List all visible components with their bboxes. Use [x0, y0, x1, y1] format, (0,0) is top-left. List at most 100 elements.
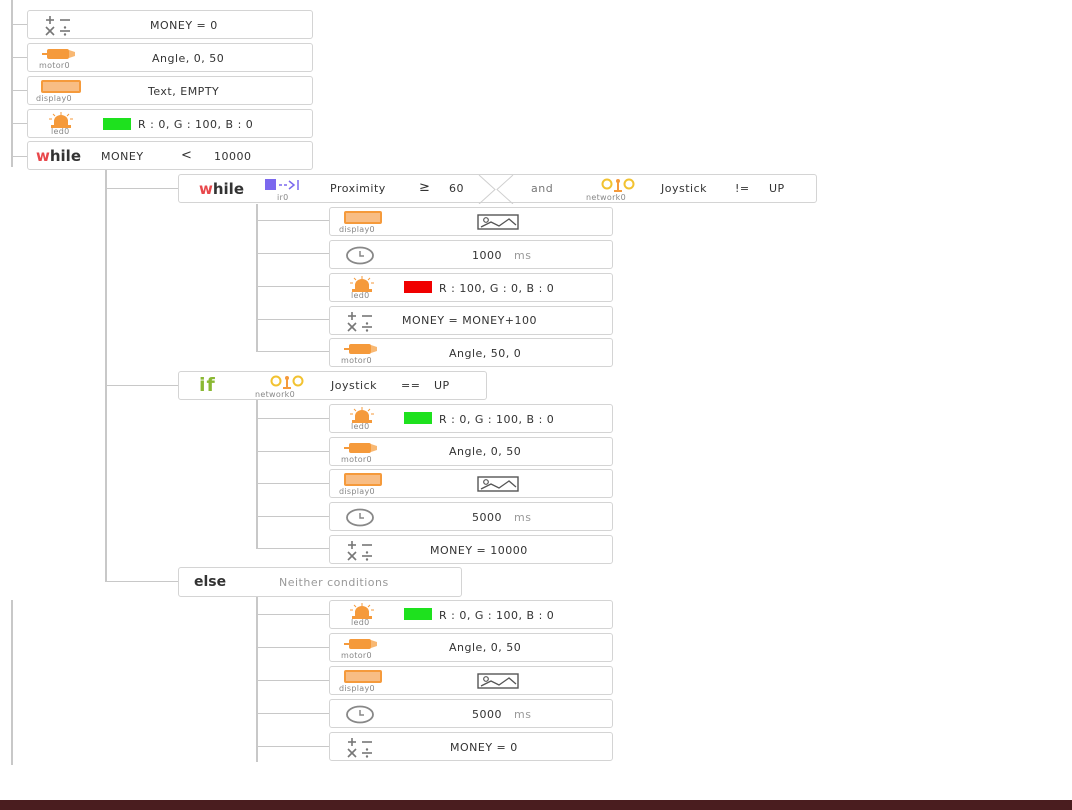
device-label: led0 [51, 127, 70, 136]
block-led-color[interactable]: led0 R : 0, G : 100, B : 0 [27, 109, 313, 138]
delay-unit: ms [514, 708, 532, 721]
while-body-connector [105, 170, 107, 582]
block-while-proximity[interactable]: while ir0 Proximity ≥ 60 and network0 Jo… [178, 174, 817, 204]
block-money-assign[interactable]: MONEY = 10000 [329, 535, 613, 564]
condition-name: Joystick [331, 379, 378, 392]
image-icon [477, 214, 519, 230]
block-text: Angle, 0, 50 [152, 52, 225, 65]
block-money-assign[interactable]: MONEY = 0 [27, 10, 313, 39]
block-text: MONEY = 10000 [430, 544, 528, 557]
device-label: display0 [339, 487, 375, 496]
if-body-connector [256, 400, 258, 549]
lower-connector [11, 600, 13, 765]
block-text: R : 0, G : 100, B : 0 [439, 609, 555, 622]
block-led-color[interactable]: led0 R : 100, G : 0, B : 0 [329, 273, 613, 302]
else-description: Neither conditions [279, 576, 389, 589]
block-led-color[interactable]: led0 R : 0, G : 100, B : 0 [329, 404, 613, 433]
connector [256, 516, 329, 517]
device-label: network0 [255, 390, 295, 399]
delay-value: 5000 [472, 511, 502, 524]
condition-variable: MONEY [101, 150, 144, 163]
clock-icon [346, 508, 374, 527]
block-money-assign[interactable]: MONEY = 0 [329, 732, 613, 761]
condition-operator: ≥ [419, 180, 431, 195]
device-label: led0 [351, 422, 370, 431]
delay-value: 5000 [472, 708, 502, 721]
image-icon [477, 476, 519, 492]
connector [11, 24, 27, 25]
connector [256, 286, 329, 287]
math-operators-icon [347, 312, 372, 332]
block-motor-angle[interactable]: motor0 Angle, 0, 50 [27, 43, 313, 72]
block-display-image[interactable]: display0 [329, 207, 613, 236]
connector [256, 319, 329, 320]
block-motor-angle[interactable]: motor0 Angle, 0, 50 [329, 633, 613, 662]
device-label: motor0 [39, 61, 70, 70]
block-else[interactable]: else Neither conditions [178, 567, 462, 597]
block-text: Text, EMPTY [148, 85, 220, 98]
connector [11, 156, 27, 157]
block-motor-angle[interactable]: motor0 Angle, 0, 50 [329, 437, 613, 466]
block-display-image[interactable]: display0 [329, 666, 613, 695]
device-label: motor0 [341, 356, 372, 365]
block-led-color[interactable]: led0 R : 0, G : 100, B : 0 [329, 600, 613, 629]
block-display-image[interactable]: display0 [329, 469, 613, 498]
display-icon [344, 473, 382, 486]
condition-sensor: Proximity [330, 182, 386, 195]
motor-icon [42, 49, 75, 59]
math-operators-icon [347, 541, 372, 561]
conjunction: and [531, 182, 554, 195]
network-icon [601, 178, 635, 192]
device-label: network0 [586, 193, 626, 202]
delay-unit: ms [514, 511, 532, 524]
block-text: Angle, 0, 50 [449, 445, 522, 458]
connector [256, 746, 329, 747]
block-delay[interactable]: 5000 ms [329, 699, 613, 728]
connector [256, 548, 329, 549]
connector [11, 123, 27, 124]
delay-value: 1000 [472, 249, 502, 262]
clock-icon [346, 246, 374, 265]
block-while-money[interactable]: while MONEY < 10000 [27, 141, 313, 170]
while-keyword: while [199, 180, 244, 198]
device-label: motor0 [341, 455, 372, 464]
connector [256, 713, 329, 714]
inner-while-body-connector [256, 204, 258, 352]
delay-unit: ms [514, 249, 532, 262]
block-text: R : 100, G : 0, B : 0 [439, 282, 555, 295]
condition-name: Joystick [661, 182, 708, 195]
block-delay[interactable]: 1000 ms [329, 240, 613, 269]
bottom-taskbar [0, 800, 1072, 810]
block-if-joystick[interactable]: if network0 Joystick == UP [178, 371, 487, 400]
color-swatch-green [404, 412, 432, 424]
connector [256, 614, 329, 615]
if-keyword: if [199, 374, 216, 396]
connector [256, 451, 329, 452]
led-icon [350, 276, 374, 292]
image-icon [477, 673, 519, 689]
block-display-text[interactable]: display0 Text, EMPTY [27, 76, 313, 105]
device-label: motor0 [341, 651, 372, 660]
led-icon [350, 407, 374, 423]
device-label: display0 [339, 225, 375, 234]
motor-icon [344, 443, 377, 453]
connector [105, 385, 179, 386]
connector [256, 483, 329, 484]
math-operators-icon [347, 738, 372, 758]
device-label: display0 [36, 94, 72, 103]
connector [256, 680, 329, 681]
connector [105, 581, 179, 582]
block-motor-angle[interactable]: motor0 Angle, 50, 0 [329, 338, 613, 367]
math-operators-icon [45, 16, 70, 36]
device-label: led0 [351, 291, 370, 300]
block-money-increment[interactable]: MONEY = MONEY+100 [329, 306, 613, 335]
motor-icon [344, 639, 377, 649]
while-keyword: while [36, 147, 81, 165]
connector [256, 351, 329, 352]
condition-operator: == [401, 379, 421, 392]
else-keyword: else [194, 574, 227, 590]
display-icon [344, 670, 382, 683]
connector [11, 57, 27, 58]
block-delay[interactable]: 5000 ms [329, 502, 613, 531]
block-text: MONEY = MONEY+100 [402, 314, 538, 327]
